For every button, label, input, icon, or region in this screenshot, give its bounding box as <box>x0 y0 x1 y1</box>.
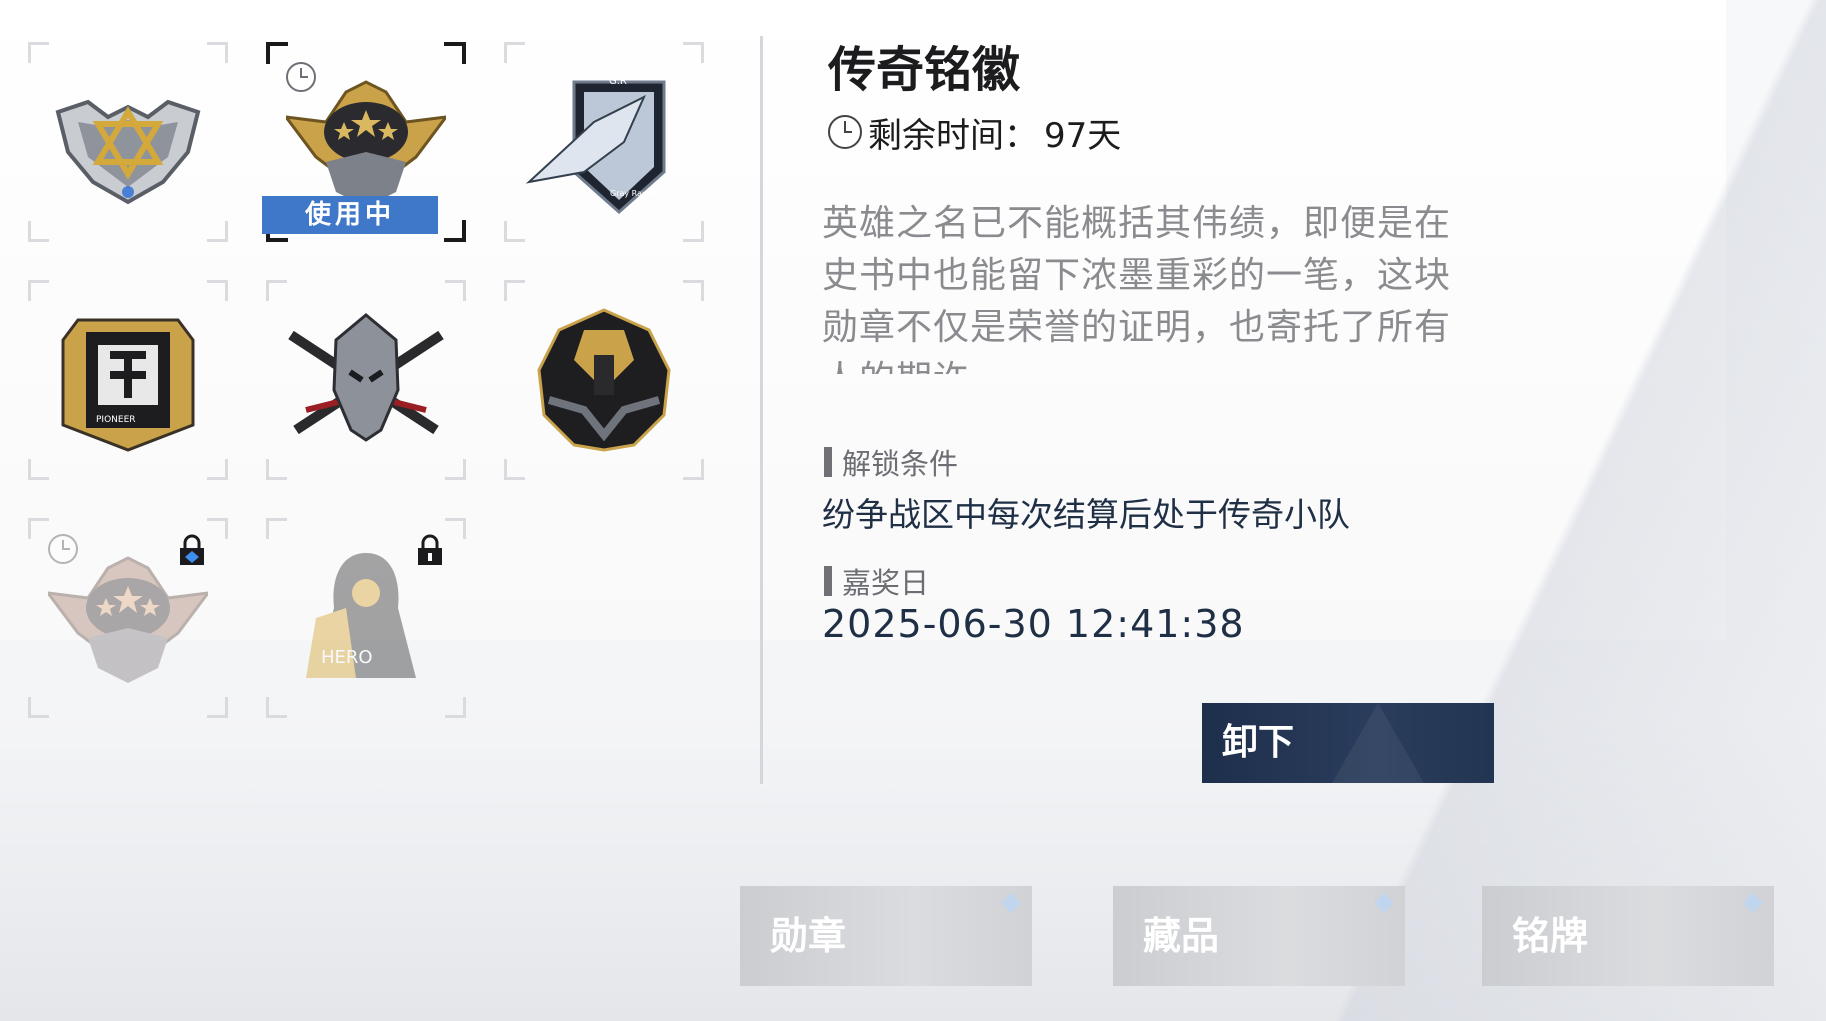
diamond-icon <box>1743 893 1763 913</box>
slot-corner <box>683 221 704 242</box>
badge-title: 传奇铭徽 <box>828 42 1021 98</box>
slot-corner <box>28 42 49 63</box>
unlock-heading-label: 解锁条件 <box>842 447 959 481</box>
badge-slot-3[interactable]: G.R Gray RaveN <box>504 42 704 242</box>
lock-icon <box>180 534 204 565</box>
badge-description[interactable]: 英雄之名已不能概括其伟绩，即便是在史书中也能留下浓墨重彩的一笔，这块勋章不仅是荣… <box>822 198 1462 374</box>
diamond-icon <box>1001 893 1021 913</box>
clock-icon <box>828 115 862 149</box>
badge-text: HERO <box>321 647 373 668</box>
slot-corner <box>444 42 466 64</box>
unlock-condition: 纷争战区中每次结算后处于传奇小队 <box>822 495 1350 534</box>
slot-corner <box>683 280 704 301</box>
slot-corner <box>266 518 287 539</box>
badge-text: G.R <box>609 76 627 87</box>
badge-slot-1[interactable] <box>28 42 228 242</box>
remaining-time: 剩余时间： 97天 <box>828 110 1122 156</box>
badge-crossed-blades-helm-icon <box>288 313 444 442</box>
slot-corner <box>28 518 49 539</box>
badge-pioneer-plate-icon: PIONEER <box>61 318 195 452</box>
in-use-label: 使用中 <box>262 196 438 234</box>
remaining-time-value: 97天 <box>1044 115 1122 156</box>
section-bar <box>824 566 832 596</box>
badge-star-triangle-icon <box>55 99 201 205</box>
slot-corner <box>504 280 525 301</box>
award-heading-label: 嘉奖日 <box>842 566 930 600</box>
slot-corner <box>207 459 228 480</box>
tab-label: 藏品 <box>1143 914 1220 958</box>
slot-corner <box>28 459 49 480</box>
tab-label: 勋章 <box>770 914 847 958</box>
tab-label: 铭牌 <box>1512 914 1589 958</box>
slot-corner <box>445 697 466 718</box>
diamond-icon <box>1374 893 1394 913</box>
badge-grid: G.R Gray RaveN PIONEER HERO <box>28 42 706 718</box>
slot-corner <box>266 459 287 480</box>
slot-corner <box>266 697 287 718</box>
slot-corner <box>683 459 704 480</box>
timed-clock-icon <box>286 62 316 92</box>
badge-gray-raven-shield-icon: G.R Gray RaveN <box>525 76 666 215</box>
slot-corner <box>444 220 466 242</box>
slot-corner <box>266 42 288 64</box>
badge-slot-5[interactable] <box>266 280 466 480</box>
slot-corner <box>207 42 228 63</box>
slot-corner <box>504 221 525 242</box>
slot-corner <box>207 518 228 539</box>
badge-slot-8[interactable]: HERO <box>266 518 466 718</box>
award-heading: 嘉奖日 <box>824 560 929 602</box>
slot-corner <box>28 280 49 301</box>
slot-corner <box>207 280 228 301</box>
slot-corner <box>445 518 466 539</box>
badge-slot-6[interactable] <box>504 280 704 480</box>
slot-corner <box>683 42 704 63</box>
slot-corner <box>445 459 466 480</box>
slot-corner <box>28 697 49 718</box>
slot-corner <box>207 221 228 242</box>
badge-text: PIONEER <box>96 415 136 425</box>
slot-corner <box>504 459 525 480</box>
unequip-button[interactable]: 卸下 <box>1202 703 1494 783</box>
section-bar <box>824 447 832 477</box>
unequip-label: 卸下 <box>1222 722 1295 763</box>
unlock-heading: 解锁条件 <box>824 441 958 483</box>
remaining-time-label: 剩余时间： <box>868 115 1038 156</box>
slot-corner <box>445 280 466 301</box>
slot-corner <box>504 42 525 63</box>
button-decoration <box>1332 703 1424 783</box>
lock-icon <box>418 534 442 565</box>
badge-slot-4[interactable]: PIONEER <box>28 280 228 480</box>
tab-medals[interactable]: 勋章 <box>740 886 1032 986</box>
badge-dark-gold-crest-icon <box>537 308 671 452</box>
panel-divider <box>760 36 763 784</box>
badge-slot-7[interactable] <box>28 518 228 718</box>
slot-corner <box>207 697 228 718</box>
timed-clock-icon <box>48 534 78 564</box>
badge-text: Gray RaveN <box>610 189 658 198</box>
slot-corner <box>28 221 49 242</box>
tab-nameplates[interactable]: 铭牌 <box>1482 886 1774 986</box>
tab-collectibles[interactable]: 藏品 <box>1113 886 1405 986</box>
award-date: 2025-06-30 12:41:38 <box>822 602 1245 646</box>
slot-corner <box>266 280 287 301</box>
